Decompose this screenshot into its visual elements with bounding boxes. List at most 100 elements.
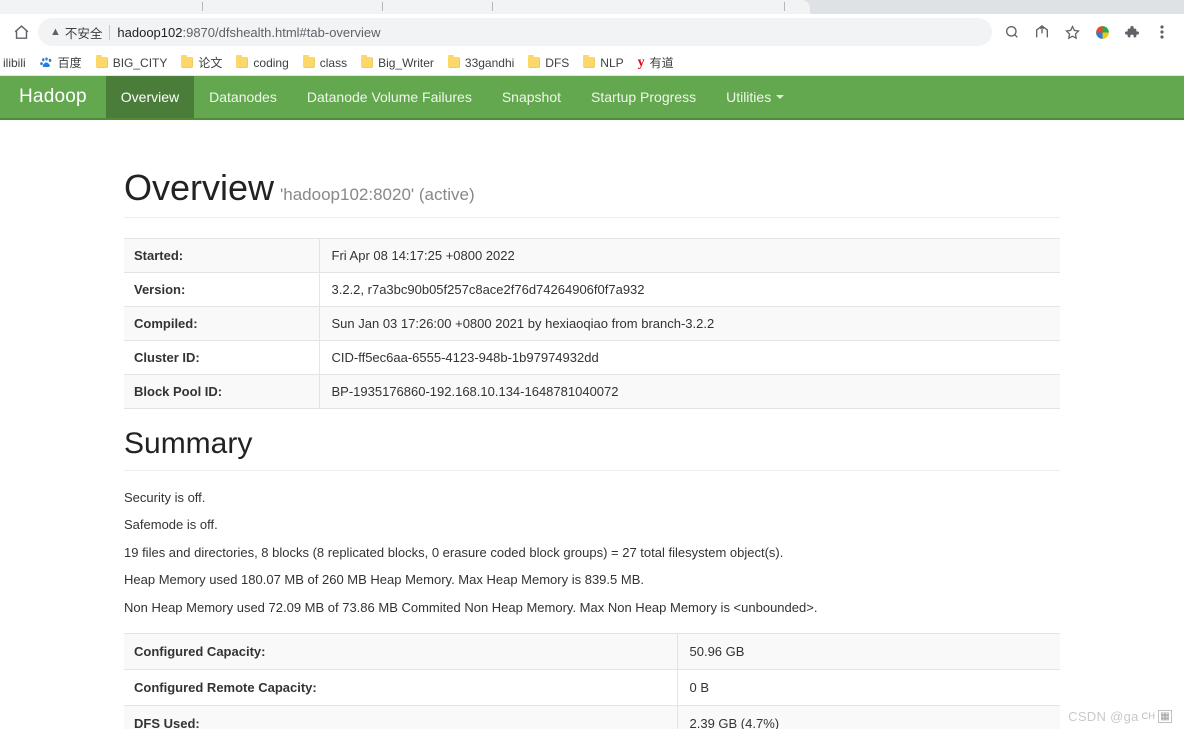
page-header: Overview'hadoop102:8020' (active) [124,126,1060,218]
bookmark-label: NLP [600,56,623,70]
folder-icon [528,57,540,68]
navbar-brand[interactable]: Hadoop [0,76,106,118]
row-value: BP-1935176860-192.168.10.134-16487810400… [319,374,1060,408]
row-value: 3.2.2, r7a3bc90b05f257c8ace2f76d74264906… [319,272,1060,306]
summary-line: Heap Memory used 180.07 MB of 260 MB Hea… [124,572,1060,588]
extension-colorful-icon[interactable] [1088,18,1116,46]
folder-icon [236,57,248,68]
bookmark-item[interactable]: DFS [521,54,576,72]
row-label: Cluster ID: [124,340,319,374]
row-label: Block Pool ID: [124,374,319,408]
menu-kebab-icon[interactable] [1148,18,1176,46]
extensions-puzzle-icon[interactable] [1118,18,1146,46]
nav-item-utilities[interactable]: Utilities [711,76,799,118]
chevron-down-icon [776,95,784,99]
security-label: 不安全 [65,23,103,42]
share-icon[interactable] [1028,18,1056,46]
ime-indicator: CH [1142,712,1156,721]
bookmark-star-icon[interactable] [1058,18,1086,46]
bookmark-label: 33gandhi [465,56,514,70]
home-icon[interactable] [8,19,34,45]
bookmark-item[interactable]: BIG_CITY [89,54,175,72]
tab-separator [382,2,383,11]
bookmark-label: DFS [545,56,569,70]
bookmark-item[interactable]: y 有道 [631,52,681,73]
row-label: Configured Remote Capacity: [124,669,677,705]
summary-lines: Security is off. Safemode is off. 19 fil… [124,490,1060,616]
table-row: Cluster ID: CID-ff5ec6aa-6555-4123-948b-… [124,340,1060,374]
youdao-icon: y [638,56,645,70]
page-title: Overview [124,167,274,208]
nav-label: Utilities [726,89,771,105]
bookmark-item[interactable]: NLP [576,54,630,72]
row-value: 2.39 GB (4.7%) [677,705,1060,729]
search-icon[interactable] [998,18,1026,46]
tab-separator [492,2,493,11]
table-row: Block Pool ID: BP-1935176860-192.168.10.… [124,374,1060,408]
not-secure-icon: ▲ [50,27,61,38]
table-row: Configured Capacity: 50.96 GB [124,633,1060,669]
browser-window: ▲ 不安全 hadoop102:9870/dfshealth.html#tab-… [0,0,1184,730]
nav-item-datanodes[interactable]: Datanodes [194,76,292,118]
capacity-table: Configured Capacity: 50.96 GB Configured… [124,633,1060,729]
nav-item-startup-progress[interactable]: Startup Progress [576,76,711,118]
bookmark-label: 有道 [650,54,674,71]
summary-line: Security is off. [124,490,1060,506]
folder-icon [583,57,595,68]
tab-strip[interactable] [0,0,1184,14]
nav-label: Overview [121,89,179,105]
nav-item-overview[interactable]: Overview [106,76,194,118]
row-value: CID-ff5ec6aa-6555-4123-948b-1b97974932dd [319,340,1060,374]
bookmark-label: BIG_CITY [113,56,168,70]
main-container: Overview'hadoop102:8020' (active) Starte… [124,120,1060,729]
row-label: Version: [124,272,319,306]
row-value: Sun Jan 03 17:26:00 +0800 2021 by hexiao… [319,306,1060,340]
omnibox-divider [109,25,110,40]
watermark-text: CSDN @ga [1068,709,1139,724]
bookmark-item[interactable]: Big_Writer [354,54,441,72]
bookmark-item[interactable]: 33gandhi [441,54,521,72]
folder-icon [448,57,460,68]
bookmark-item[interactable]: 论文 [174,52,229,73]
ime-box-icon: ▦ [1158,710,1172,723]
folder-icon [303,57,315,68]
bookmark-item[interactable]: coding [229,54,295,72]
table-row: Started: Fri Apr 08 14:17:25 +0800 2022 [124,238,1060,272]
nav-label: Datanode Volume Failures [307,89,472,105]
row-value: 0 B [677,669,1060,705]
csdn-watermark: CSDN @ga CH ▦ [1068,709,1172,724]
browser-toolbar: ▲ 不安全 hadoop102:9870/dfshealth.html#tab-… [0,14,1184,50]
summary-heading: Summary [124,409,1060,471]
browser-tab-other[interactable] [1060,0,1184,14]
row-value: Fri Apr 08 14:17:25 +0800 2022 [319,238,1060,272]
url-host: hadoop102 [117,25,182,40]
row-label: Compiled: [124,306,319,340]
summary-line: Non Heap Memory used 72.09 MB of 73.86 M… [124,600,1060,616]
folder-icon [361,57,373,68]
summary-line: 19 files and directories, 8 blocks (8 re… [124,545,1060,561]
page-content: Hadoop Overview Datanodes Datanode Volum… [0,76,1184,729]
bookmarks-bar: ilibili 百度 BIG_CITY 论文 coding class [0,50,1184,76]
summary-line: Safemode is off. [124,517,1060,533]
nav-label: Startup Progress [591,89,696,105]
address-bar[interactable]: ▲ 不安全 hadoop102:9870/dfshealth.html#tab-… [38,18,992,46]
row-value: 50.96 GB [677,633,1060,669]
toolbar-actions [998,18,1176,46]
nav-item-datanode-volume-failures[interactable]: Datanode Volume Failures [292,76,487,118]
table-row: Configured Remote Capacity: 0 B [124,669,1060,705]
bookmark-label: Big_Writer [378,56,434,70]
nav-item-snapshot[interactable]: Snapshot [487,76,576,118]
url-path: :9870/dfshealth.html#tab-overview [182,25,380,40]
hadoop-navbar: Hadoop Overview Datanodes Datanode Volum… [0,76,1184,120]
tab-separator [202,2,203,11]
row-label: Started: [124,238,319,272]
url-text: hadoop102:9870/dfshealth.html#tab-overvi… [117,25,380,40]
bookmark-item[interactable]: ilibili [0,54,33,72]
browser-tab-active[interactable] [0,0,810,14]
bookmark-item[interactable]: class [296,54,354,72]
row-label: Configured Capacity: [124,633,677,669]
tab-separator [784,2,785,11]
bookmark-item[interactable]: 百度 [33,52,89,73]
nav-label: Snapshot [502,89,561,105]
bookmark-label: class [320,56,347,70]
